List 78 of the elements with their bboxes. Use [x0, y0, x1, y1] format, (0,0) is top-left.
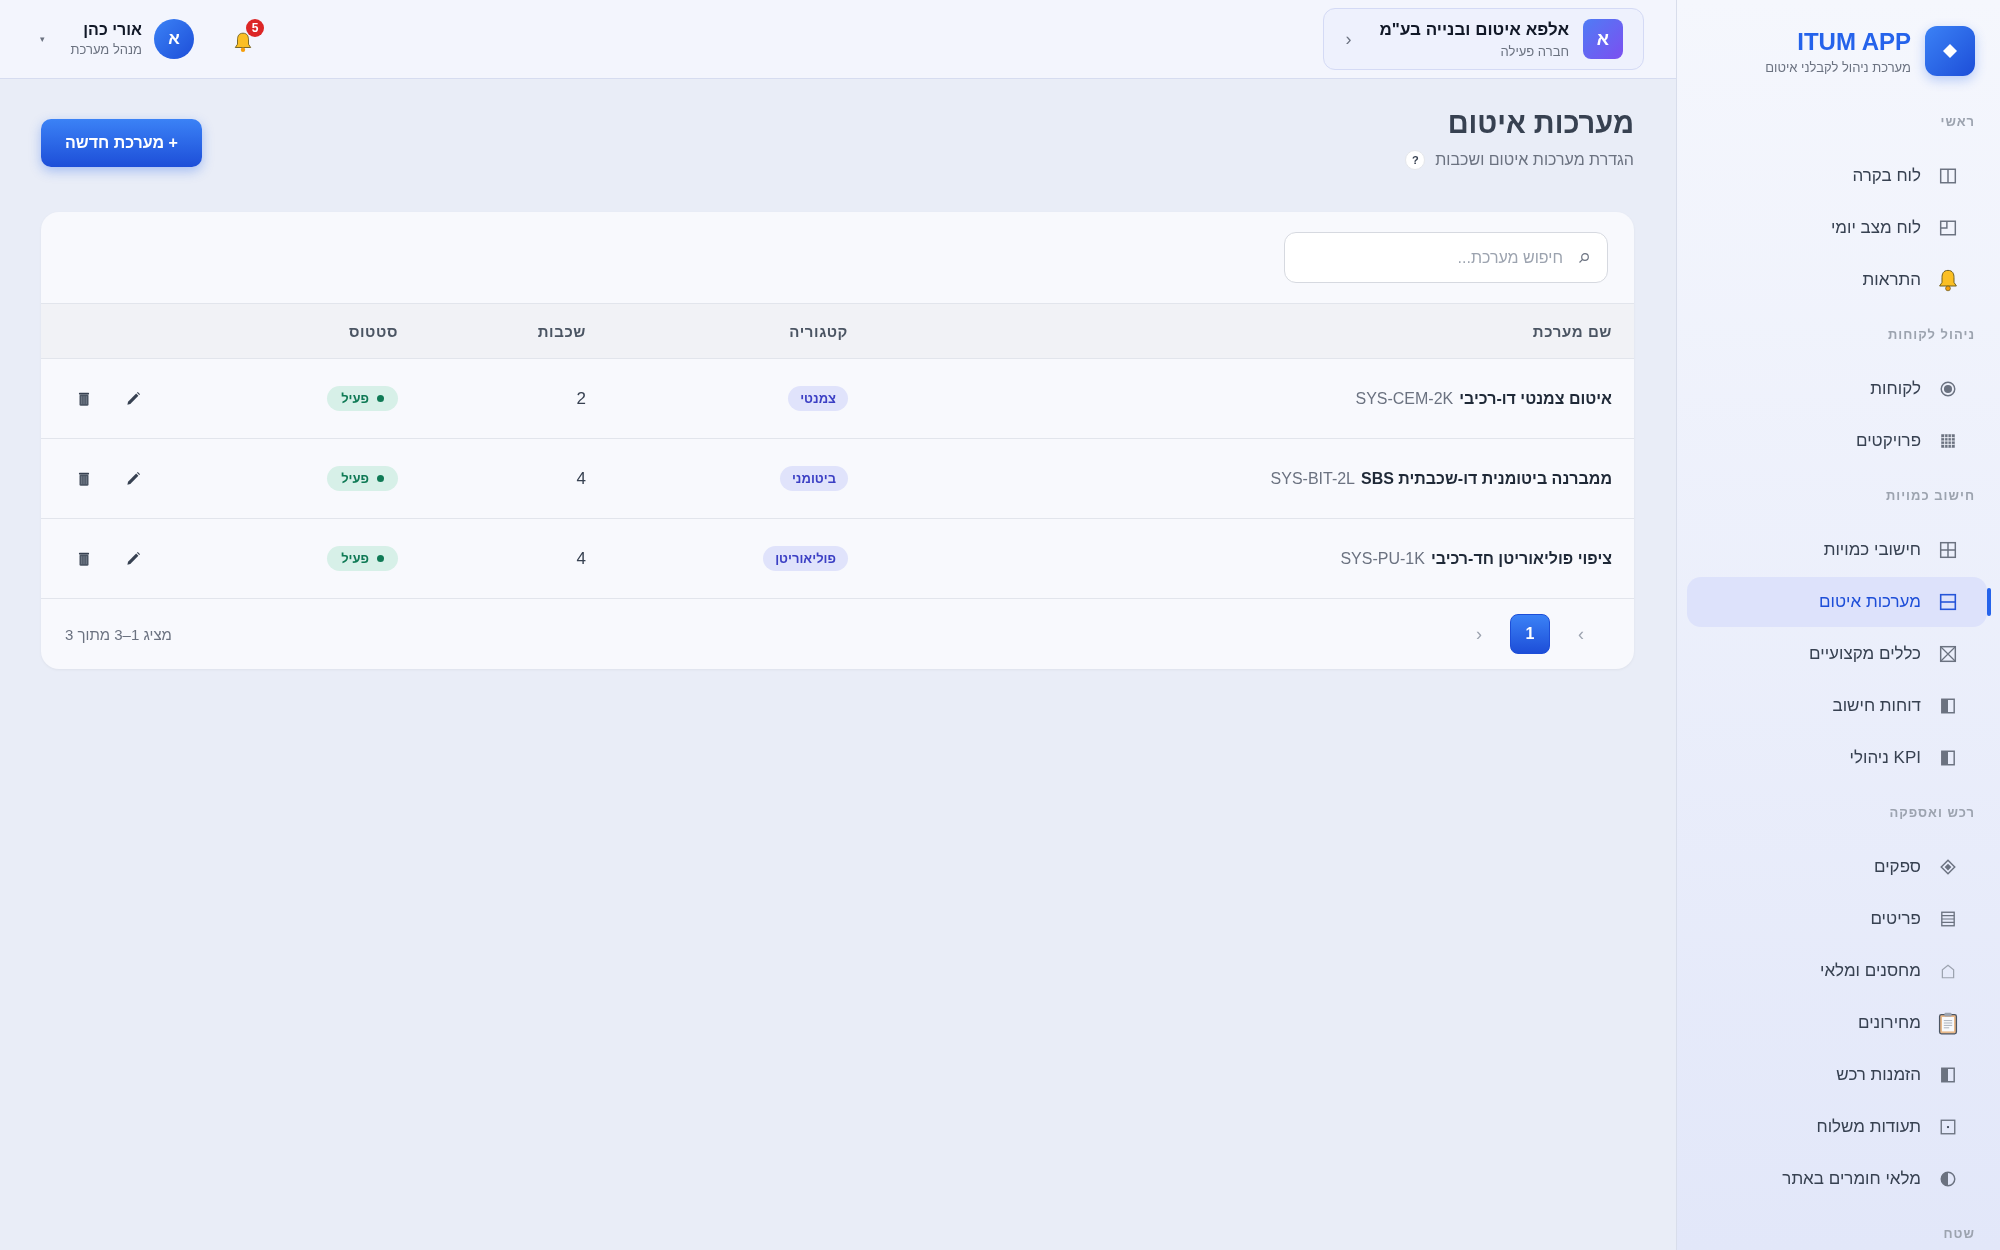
- nav-item[interactable]: לקוחות: [1687, 364, 1987, 414]
- category-tag: צמנטי: [788, 386, 848, 411]
- nav-item[interactable]: ספקים: [1687, 842, 1987, 892]
- user-role: מנהל מערכת: [70, 42, 142, 57]
- window-icon: [1939, 541, 1957, 559]
- user-avatar: א: [154, 19, 194, 59]
- column-header[interactable]: סטטוס: [348, 322, 398, 340]
- nav-item[interactable]: מחירונים: [1687, 998, 1987, 1048]
- pagination-summary: מציג 1–3 מתוך 3: [65, 625, 172, 643]
- nav-item[interactable]: הזמנות רכש: [1687, 1050, 1987, 1100]
- table-cell: 2: [576, 388, 586, 409]
- section-title: ניהול לקוחות: [1886, 327, 1976, 342]
- nav-item[interactable]: התראות: [1687, 255, 1987, 305]
- half-square-icon: [1939, 697, 1957, 715]
- nav-item[interactable]: מחסנים ומלאי: [1687, 946, 1987, 996]
- diamond-icon: [1939, 858, 1957, 876]
- bell-icon: [232, 31, 254, 53]
- new-system-button[interactable]: + מערכת חדשה: [41, 119, 202, 167]
- category-tag: ביטומני: [779, 466, 848, 491]
- caret-icon: ▾: [40, 34, 45, 44]
- section-title: רכש ואספקה: [1888, 805, 1976, 820]
- nav-item[interactable]: לוח מצב יומי: [1687, 203, 1987, 253]
- user-menu[interactable]: א אורי כהן מנהל מערכת ▾: [40, 19, 194, 59]
- chevron-icon: ‹: [1345, 28, 1352, 50]
- crossed-box-icon: [1939, 645, 1957, 663]
- page-button[interactable]: 1: [1510, 614, 1550, 654]
- half-square-icon: [1939, 749, 1957, 767]
- section-title: שטח: [1942, 1226, 1976, 1241]
- clipboard-icon: [1936, 1011, 1960, 1035]
- half-circle-icon: [1939, 1170, 1957, 1188]
- pencil-icon[interactable]: [124, 469, 142, 488]
- bell-icon: [1936, 268, 1960, 292]
- columns-icon: [1939, 167, 1957, 185]
- house-icon: [1939, 962, 1957, 980]
- page-title: מערכות איטום: [1446, 107, 1634, 140]
- table-cell: 4: [576, 468, 586, 489]
- list-icon: [1939, 910, 1957, 928]
- pencil-icon[interactable]: [124, 549, 142, 568]
- notification-count: 5: [246, 19, 264, 37]
- status-badge: פעיל: [327, 386, 398, 411]
- nav-item[interactable]: מלאי חומרים באתר: [1687, 1154, 1987, 1204]
- section-title: חישוב כמויות: [1884, 488, 1976, 503]
- logo-icon: [1925, 26, 1975, 76]
- column-header[interactable]: שכבות: [537, 322, 586, 340]
- app-title: ITUM APP: [1796, 27, 1911, 56]
- half-square-icon: [1939, 1066, 1957, 1084]
- notifications-button[interactable]: 5: [230, 19, 264, 53]
- nav-item[interactable]: דוחות חישוב: [1687, 681, 1987, 731]
- nav-item[interactable]: תעודות משלוח: [1687, 1102, 1987, 1152]
- table-cell: 4: [576, 548, 586, 569]
- category-tag: פוליאוריטן: [763, 546, 848, 571]
- nav-item[interactable]: לוח בקרה: [1687, 151, 1987, 201]
- company-switcher[interactable]: א אלפא איטום ובנייה בע"מ חברה פעילה ‹: [1322, 8, 1644, 70]
- page-subtitle: הגדרת מערכות איטום ושכבות: [1435, 151, 1634, 169]
- column-header[interactable]: קטגוריה: [789, 322, 848, 340]
- help-icon[interactable]: ?: [1405, 150, 1426, 170]
- rows-icon: [1939, 593, 1957, 611]
- dot-square-icon: [1939, 1118, 1957, 1136]
- radio-icon: [1939, 380, 1957, 398]
- app-subtitle: מערכת ניהול לקבלני איטום: [1765, 59, 1911, 75]
- search-field[interactable]: חיפוש מערכת...: [1284, 232, 1608, 283]
- company-status: חברה פעילה: [1499, 43, 1569, 59]
- section-title: ראשי: [1939, 114, 1976, 129]
- grid-icon: [1939, 432, 1957, 450]
- nav-item[interactable]: חישובי כמויות: [1687, 525, 1987, 575]
- nav-item[interactable]: פרויקטים: [1687, 416, 1987, 466]
- user-name: אורי כהן: [82, 21, 142, 39]
- status-badge: פעיל: [327, 466, 398, 491]
- company-avatar: א: [1583, 19, 1623, 59]
- nav-item[interactable]: פריטים: [1687, 894, 1987, 944]
- status-badge: פעיל: [327, 546, 398, 571]
- nav-item[interactable]: KPI ניהולי: [1687, 733, 1987, 783]
- pencil-icon[interactable]: [124, 389, 142, 408]
- layout-icon: [1939, 219, 1957, 237]
- search-icon: [1578, 252, 1590, 264]
- company-name: אלפא איטום ובנייה בע"מ: [1379, 19, 1569, 40]
- nav-item[interactable]: כללים מקצועיים: [1687, 629, 1987, 679]
- column-header[interactable]: שם מערכת: [1532, 322, 1612, 340]
